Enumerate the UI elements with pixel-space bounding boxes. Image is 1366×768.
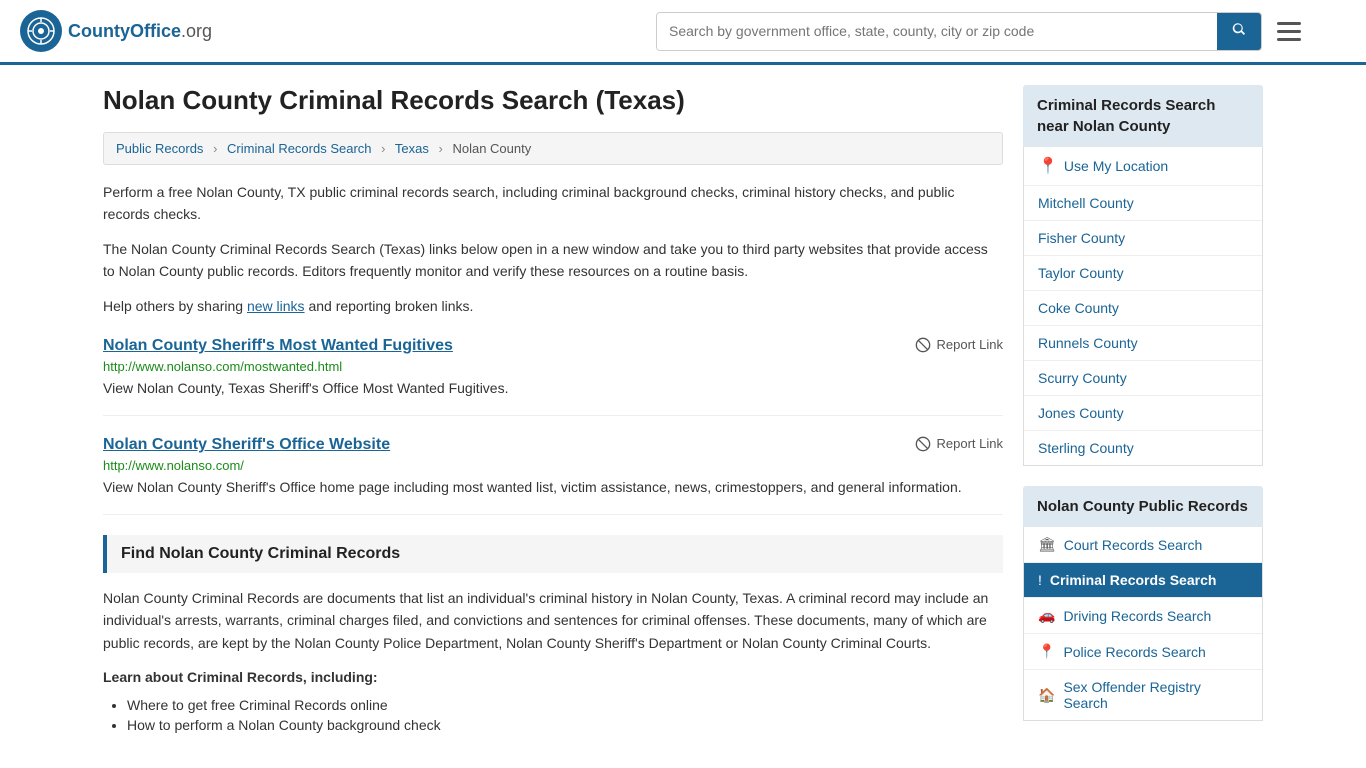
nearby-section: Criminal Records Search near Nolan Count… <box>1023 85 1263 466</box>
location-pin-icon: 📍 <box>1038 156 1058 176</box>
main-content: Nolan County Criminal Records Search (Te… <box>103 85 1003 741</box>
bullet-1: How to perform a Nolan County background… <box>127 717 1003 733</box>
report-link-btn-1[interactable]: Report Link <box>915 436 1003 452</box>
search-area <box>656 12 1306 51</box>
record-title-0[interactable]: Nolan County Sheriff's Most Wanted Fugit… <box>103 337 453 355</box>
county-taylor[interactable]: Taylor County <box>1024 256 1262 291</box>
public-records-section: Nolan County Public Records 🏛 Court Reco… <box>1023 486 1263 721</box>
nearby-list: 📍 Use My Location Mitchell County Fisher… <box>1023 147 1263 466</box>
menu-button[interactable] <box>1272 17 1306 46</box>
breadcrumb: Public Records › Criminal Records Search… <box>103 132 1003 165</box>
breadcrumb-sep-1: › <box>213 141 217 156</box>
police-icon: 📍 <box>1038 643 1055 660</box>
learn-bullets: Where to get free Criminal Records onlin… <box>127 697 1003 733</box>
report-link-btn-0[interactable]: Report Link <box>915 337 1003 353</box>
car-icon: 🚗 <box>1038 607 1055 624</box>
new-links-link[interactable]: new links <box>247 298 305 314</box>
find-section-body: Nolan County Criminal Records are docume… <box>103 587 1003 654</box>
record-url-0: http://www.nolanso.com/mostwanted.html <box>103 359 1003 374</box>
intro-para3: Help others by sharing new links and rep… <box>103 295 1003 317</box>
sidebar: Criminal Records Search near Nolan Count… <box>1023 85 1263 741</box>
court-icon: 🏛 <box>1038 536 1056 553</box>
hamburger-line-2 <box>1277 30 1301 33</box>
record-desc-1: View Nolan County Sheriff's Office home … <box>103 477 1003 498</box>
search-wrapper <box>656 12 1262 51</box>
hamburger-line-1 <box>1277 22 1301 25</box>
logo-icon <box>20 10 62 52</box>
county-scurry[interactable]: Scurry County <box>1024 361 1262 396</box>
hamburger-line-3 <box>1277 38 1301 41</box>
breadcrumb-criminal-records[interactable]: Criminal Records Search <box>227 141 372 156</box>
county-sterling[interactable]: Sterling County <box>1024 431 1262 465</box>
page-title: Nolan County Criminal Records Search (Te… <box>103 85 1003 116</box>
criminal-icon: ! <box>1038 572 1042 588</box>
sidebar-sex-offender[interactable]: 🏠 Sex Offender Registry Search <box>1024 670 1262 720</box>
public-records-list: 🏛 Court Records Search ! Criminal Record… <box>1023 527 1263 721</box>
public-records-header: Nolan County Public Records <box>1023 486 1263 527</box>
breadcrumb-sep-3: › <box>438 141 442 156</box>
county-coke[interactable]: Coke County <box>1024 291 1262 326</box>
breadcrumb-current: Nolan County <box>452 141 531 156</box>
content-wrapper: Nolan County Criminal Records Search (Te… <box>83 65 1283 741</box>
record-block-0: Nolan County Sheriff's Most Wanted Fugit… <box>103 337 1003 416</box>
sidebar-driving-records[interactable]: 🚗 Driving Records Search <box>1024 598 1262 634</box>
sidebar-court-records[interactable]: 🏛 Court Records Search <box>1024 527 1262 563</box>
search-input[interactable] <box>657 13 1217 50</box>
find-section-header: Find Nolan County Criminal Records <box>103 535 1003 573</box>
breadcrumb-sep-2: › <box>381 141 385 156</box>
record-header-0: Nolan County Sheriff's Most Wanted Fugit… <box>103 337 1003 355</box>
logo-area: CountyOffice.org <box>20 10 212 52</box>
county-fisher[interactable]: Fisher County <box>1024 221 1262 256</box>
sidebar-police-records[interactable]: 📍 Police Records Search <box>1024 634 1262 670</box>
county-jones[interactable]: Jones County <box>1024 396 1262 431</box>
use-location-item[interactable]: 📍 Use My Location <box>1024 147 1262 186</box>
intro-para2: The Nolan County Criminal Records Search… <box>103 238 1003 283</box>
nearby-section-header: Criminal Records Search near Nolan Count… <box>1023 85 1263 147</box>
county-mitchell[interactable]: Mitchell County <box>1024 186 1262 221</box>
record-desc-0: View Nolan County, Texas Sheriff's Offic… <box>103 378 1003 399</box>
breadcrumb-public-records[interactable]: Public Records <box>116 141 203 156</box>
breadcrumb-texas[interactable]: Texas <box>395 141 429 156</box>
sex-offender-icon: 🏠 <box>1038 687 1055 704</box>
record-header-1: Nolan County Sheriff's Office Website Re… <box>103 436 1003 454</box>
sidebar-criminal-records[interactable]: ! Criminal Records Search <box>1024 563 1262 598</box>
learn-title: Learn about Criminal Records, including: <box>103 666 1003 688</box>
use-location-link[interactable]: Use My Location <box>1064 158 1168 174</box>
search-button[interactable] <box>1217 13 1261 50</box>
record-title-1[interactable]: Nolan County Sheriff's Office Website <box>103 436 390 454</box>
record-block-1: Nolan County Sheriff's Office Website Re… <box>103 436 1003 515</box>
bullet-0: Where to get free Criminal Records onlin… <box>127 697 1003 713</box>
record-url-1: http://www.nolanso.com/ <box>103 458 1003 473</box>
intro-para1: Perform a free Nolan County, TX public c… <box>103 181 1003 226</box>
site-header: CountyOffice.org <box>0 0 1366 65</box>
county-runnels[interactable]: Runnels County <box>1024 326 1262 361</box>
logo-text: CountyOffice.org <box>68 21 212 42</box>
